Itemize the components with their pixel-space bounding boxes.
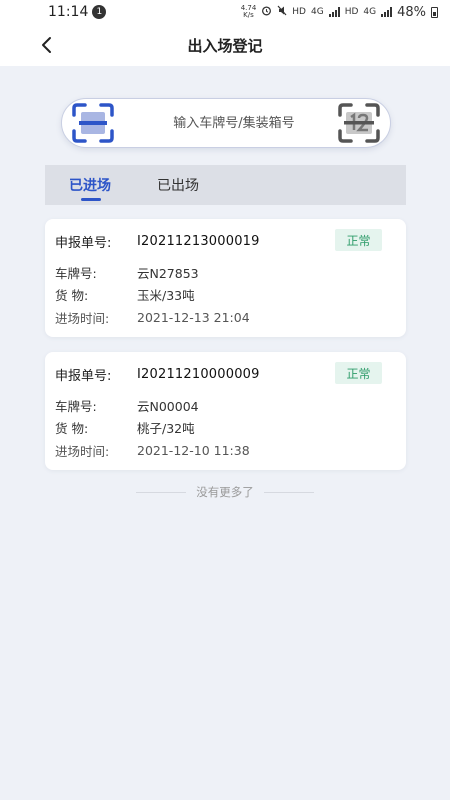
declare-no-row: 申报单号: I20211210000009	[55, 365, 260, 384]
divider-right	[263, 491, 314, 493]
entry-time-value: 2021-12-10 11:38	[137, 443, 250, 458]
tab-exited[interactable]: 已出场	[157, 165, 199, 205]
status-right: 4.74 K/s HD 4G HD 4G 48%	[241, 5, 438, 20]
entry-time-label: 进场时间:	[55, 311, 110, 326]
declare-no-row: 申报单号: I20211213000019	[55, 232, 260, 251]
network-label-3: HD	[344, 7, 359, 17]
net-speed: 4.74 K/s	[240, 4, 257, 19]
tab-exited-label: 已出场	[157, 178, 199, 194]
declare-no-value: I20211213000019	[137, 234, 260, 249]
notification-badge: 1	[92, 5, 107, 19]
chevron-left-icon	[42, 37, 51, 53]
plate-recognition-icon	[338, 103, 380, 143]
status-time: 11:14	[48, 4, 89, 20]
search-bar	[61, 98, 391, 148]
status-badge: 正常	[335, 362, 382, 384]
tab-active-indicator	[81, 198, 101, 201]
entry-time-value: 2021-12-13 21:04	[137, 310, 250, 325]
network-label-4: 4G	[363, 7, 377, 17]
tab-entered[interactable]: 已进场	[69, 165, 111, 205]
battery-icon	[431, 6, 438, 18]
status-bar: 11:14 1 4.74 K/s HD 4G HD 4G 48%	[0, 0, 450, 24]
tab-entered-label: 已进场	[69, 178, 111, 194]
declare-no-label: 申报单号:	[55, 236, 112, 251]
declare-no-label: 申报单号:	[55, 369, 112, 384]
mute-icon	[277, 5, 287, 19]
signal-icon	[328, 7, 340, 17]
page-title: 出入场登记	[187, 36, 263, 55]
plate-scan-button[interactable]	[334, 101, 384, 145]
plate-label: 车牌号:	[55, 399, 97, 414]
record-card[interactable]: 申报单号: I20211213000019 正常 车牌号: 云N27853 货 …	[45, 219, 406, 337]
network-label-2: 4G	[310, 7, 324, 17]
status-left: 11:14 1	[48, 4, 107, 20]
plate-row: 车牌号: 云N00004	[55, 396, 199, 415]
network-label-1: HD	[292, 7, 306, 17]
cargo-row: 货 物: 玉米/33吨	[55, 285, 195, 304]
list-end-note: 没有更多了	[0, 482, 450, 502]
divider-left	[136, 491, 187, 493]
no-more-text: 没有更多了	[196, 485, 254, 499]
declare-no-value: I20211210000009	[137, 367, 260, 382]
plate-value: 云N27853	[137, 266, 199, 281]
entry-time-label: 进场时间:	[55, 444, 110, 459]
back-button[interactable]	[36, 34, 58, 56]
scan-icon	[72, 103, 114, 143]
record-card[interactable]: 申报单号: I20211210000009 正常 车牌号: 云N00004 货 …	[45, 352, 406, 470]
status-badge: 正常	[335, 229, 382, 251]
app-header: 出入场登记	[0, 24, 450, 66]
scan-button[interactable]	[68, 101, 118, 145]
cargo-label: 货 物:	[55, 288, 89, 303]
plate-value: 云N00004	[137, 399, 199, 414]
signal-icon-2	[381, 7, 393, 17]
plate-row: 车牌号: 云N27853	[55, 263, 199, 282]
cargo-value: 桃子/32吨	[137, 421, 195, 436]
search-input[interactable]	[144, 111, 324, 135]
battery-percent: 48%	[397, 4, 426, 20]
alarm-icon	[261, 5, 272, 19]
entry-time-row: 进场时间: 2021-12-10 11:38	[55, 441, 250, 460]
cargo-value: 玉米/33吨	[137, 288, 195, 303]
plate-label: 车牌号:	[55, 266, 97, 281]
entry-time-row: 进场时间: 2021-12-13 21:04	[55, 308, 250, 327]
cargo-row: 货 物: 桃子/32吨	[55, 418, 195, 437]
tab-bar: 已进场 已出场	[45, 165, 406, 205]
cargo-label: 货 物:	[55, 421, 89, 436]
